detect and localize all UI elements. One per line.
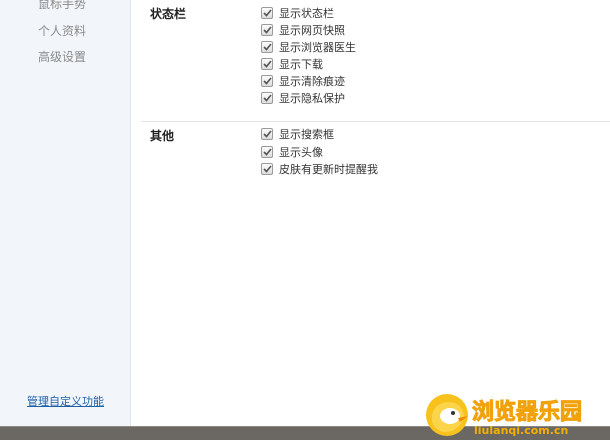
section-title-statusbar: 状态栏 [150, 7, 187, 21]
settings-sidebar: 鼠标手势 个人资料 高级设置 管理自定义功能 [0, 0, 131, 426]
checkmark-icon [262, 43, 272, 51]
option-show-privacy-protection[interactable]: 显示隐私保护 [261, 91, 345, 105]
checkmark-icon [262, 130, 272, 138]
option-show-statusbar[interactable]: 显示状态栏 [261, 6, 334, 20]
site-watermark: 浏览器乐园 liulanqi.com.cn [424, 392, 610, 440]
option-label: 显示隐私保护 [279, 92, 345, 105]
watermark-url: liulanqi.com.cn [474, 424, 569, 437]
checkmark-icon [262, 26, 272, 34]
checkbox[interactable] [261, 146, 273, 158]
checkbox[interactable] [261, 7, 273, 19]
option-show-avatar[interactable]: 显示头像 [261, 145, 323, 159]
sidebar-item-mouse-gestures[interactable]: 鼠标手势 [0, 0, 124, 12]
manage-custom-features-link[interactable]: 管理自定义功能 [27, 393, 104, 409]
settings-content: 状态栏 显示状态栏 显示网页快照 显示浏览器医生 显示下载 显示清除痕迹 显示隐… [131, 0, 610, 426]
option-show-browser-doctor[interactable]: 显示浏览器医生 [261, 40, 356, 54]
checkbox[interactable] [261, 75, 273, 87]
checkmark-icon [262, 148, 272, 156]
checkbox[interactable] [261, 92, 273, 104]
checkmark-icon [262, 60, 272, 68]
option-label: 显示下载 [279, 58, 323, 71]
checkbox[interactable] [261, 128, 273, 140]
option-label: 皮肤有更新时提醒我 [279, 163, 378, 176]
option-show-downloads[interactable]: 显示下载 [261, 57, 323, 71]
option-label: 显示网页快照 [279, 24, 345, 37]
option-label: 显示状态栏 [279, 7, 334, 20]
checkbox[interactable] [261, 163, 273, 175]
sidebar-item-profile[interactable]: 个人资料 [0, 22, 124, 39]
option-show-clear-traces[interactable]: 显示清除痕迹 [261, 74, 345, 88]
option-show-search-box[interactable]: 显示搜索框 [261, 127, 334, 141]
checkmark-icon [262, 94, 272, 102]
option-label: 显示头像 [279, 146, 323, 159]
sidebar-item-advanced[interactable]: 高级设置 [0, 48, 124, 65]
checkmark-icon [262, 165, 272, 173]
option-label: 显示浏览器医生 [279, 41, 356, 54]
checkbox[interactable] [261, 41, 273, 53]
duck-logo-icon [426, 394, 468, 436]
section-divider [141, 121, 610, 122]
checkbox[interactable] [261, 24, 273, 36]
option-label: 显示清除痕迹 [279, 75, 345, 88]
checkmark-icon [262, 77, 272, 85]
section-title-other: 其他 [150, 129, 175, 143]
checkbox[interactable] [261, 58, 273, 70]
checkmark-icon [262, 9, 272, 17]
option-show-web-snapshot[interactable]: 显示网页快照 [261, 23, 345, 37]
option-label: 显示搜索框 [279, 128, 334, 141]
watermark-name: 浏览器乐园 [471, 400, 583, 426]
option-skin-update-reminder[interactable]: 皮肤有更新时提醒我 [261, 162, 378, 176]
